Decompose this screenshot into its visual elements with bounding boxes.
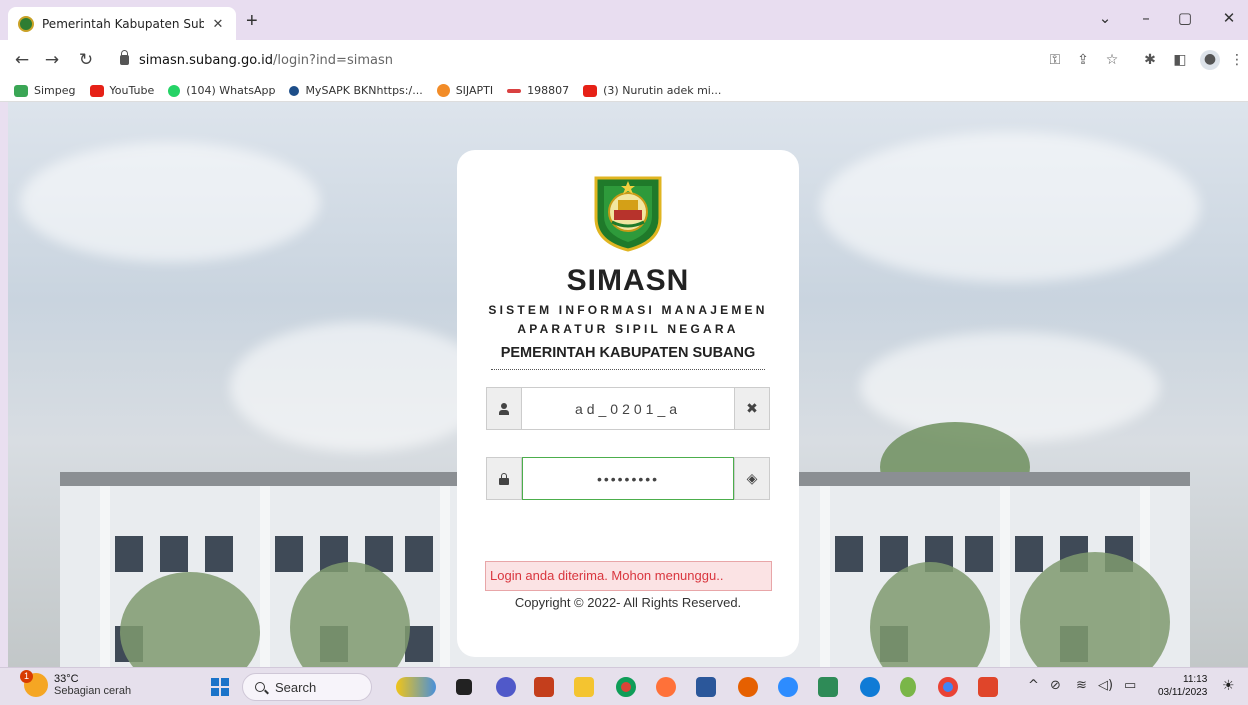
reload-icon[interactable]: ↻	[74, 50, 98, 70]
sijapti-icon	[436, 84, 450, 97]
username-input[interactable]	[522, 387, 734, 430]
clock-date: 03/11/2023	[1158, 687, 1208, 698]
copyright-text: Copyright © 2022- All Rights Reserved.	[514, 595, 742, 610]
notification-center-icon[interactable]: ☀	[1222, 678, 1235, 694]
clock-time: 11:13	[1183, 674, 1208, 685]
dotted-divider	[491, 369, 765, 370]
app-tagline-line1: SISTEM INFORMASI MANAJEMEN	[488, 303, 768, 317]
restore-button[interactable]: ▢	[1175, 9, 1195, 27]
bookmark-star-icon[interactable]: ☆	[1103, 51, 1121, 69]
firefox-icon[interactable]	[656, 677, 676, 697]
youtube-icon	[583, 84, 598, 97]
site-favicon-icon	[18, 15, 34, 32]
bookmark-nurutin[interactable]: (3) Nurutin adek mi...	[583, 84, 721, 97]
side-panel-icon[interactable]: ◧	[1171, 51, 1189, 69]
bookmark-youtube[interactable]: YouTube	[89, 84, 154, 97]
notification-badge: 1	[20, 670, 33, 683]
mysapk-icon	[289, 85, 300, 96]
lock-icon	[499, 472, 509, 485]
edge-icon[interactable]	[860, 677, 880, 697]
password-key-icon[interactable]: ⚿	[1046, 51, 1064, 69]
battery-icon[interactable]: ▭	[1124, 678, 1136, 693]
toggle-password-visibility-icon[interactable]: ◈	[734, 457, 770, 500]
browser-app-icon[interactable]	[738, 677, 758, 697]
weather-widget[interactable]: 1 33°C Sebagian cerah	[20, 670, 132, 697]
login-status-message: Login anda diterima. Mohon menunggu..	[485, 561, 772, 591]
bookmark-simpeg[interactable]: Simpeg	[14, 84, 76, 97]
bookmark-198807[interactable]: 198807	[507, 84, 569, 97]
minimize-button[interactable]: –	[1136, 9, 1156, 27]
simpeg-icon	[14, 84, 28, 97]
password-input[interactable]	[522, 457, 734, 500]
volume-icon[interactable]: ◁)	[1098, 678, 1113, 693]
widgets-app-icon[interactable]	[396, 677, 436, 697]
back-arrow-icon[interactable]: ←	[10, 50, 34, 70]
clear-username-icon[interactable]: ✖	[734, 387, 770, 430]
address-bar[interactable]: simasn.subang.go.id /login?ind=simasn	[110, 45, 1030, 75]
task-view-icon[interactable]	[456, 679, 472, 695]
whatsapp-icon	[168, 84, 181, 97]
background-cloud	[820, 132, 1200, 282]
tab-title: Pemerintah Kabupaten Subang |	[42, 16, 204, 31]
background-cloud	[860, 332, 1160, 442]
agency-name: PEMERINTAH KABUPATEN SUBANG	[500, 345, 756, 361]
new-tab-button[interactable]: +	[246, 10, 258, 32]
kabupaten-subang-emblem-icon	[594, 176, 662, 252]
background-cloud	[230, 322, 490, 452]
search-icon	[255, 682, 265, 692]
zoom-icon[interactable]	[778, 677, 798, 697]
tab-search-icon[interactable]: ⌄	[1095, 9, 1115, 27]
pdf-app-icon[interactable]	[978, 677, 998, 697]
app-icon[interactable]	[900, 677, 916, 697]
bookmark-whatsapp[interactable]: (104) WhatsApp	[168, 84, 275, 97]
browser-toolbar: ← → ↻ simasn.subang.go.id /login?ind=sim…	[0, 40, 1248, 80]
bkn-icon	[507, 88, 522, 93]
login-card: SIMASN SISTEM INFORMASI MANAJEMEN APARAT…	[457, 150, 799, 657]
profile-avatar-icon[interactable]: ●	[1200, 50, 1220, 70]
chrome-icon[interactable]	[616, 677, 636, 697]
share-icon[interactable]: ⇪	[1074, 51, 1092, 69]
powerpoint-icon[interactable]	[534, 677, 554, 697]
weather-temperature: 33°C	[54, 673, 79, 685]
app-tagline-line2: APARATUR SIPIL NEGARA	[517, 322, 739, 336]
left-window-edge	[0, 102, 8, 667]
username-field-group: ✖	[486, 387, 770, 430]
location-icon[interactable]: ⊘	[1050, 678, 1061, 693]
page-background: SIMASN SISTEM INFORMASI MANAJEMEN APARAT…	[0, 102, 1248, 667]
bookmarks-bar: Simpeg YouTube (104) WhatsApp MySAPK BKN…	[0, 80, 1248, 102]
tab-close-icon[interactable]: ✕	[210, 16, 226, 32]
taskbar-search[interactable]: Search	[242, 673, 372, 701]
start-button[interactable]	[211, 678, 229, 696]
url-path: /login?ind=simasn	[273, 52, 393, 68]
word-icon[interactable]	[696, 677, 716, 697]
weather-description: Sebagian cerah	[54, 685, 132, 697]
url-host: simasn.subang.go.id	[139, 52, 273, 68]
password-field-group: ◈	[486, 457, 770, 500]
search-label: Search	[275, 679, 317, 695]
extensions-puzzle-icon[interactable]: ✱	[1141, 51, 1159, 69]
secure-lock-icon[interactable]	[120, 50, 129, 65]
wifi-icon[interactable]: ≋	[1076, 678, 1087, 693]
tab-strip: Pemerintah Kabupaten Subang | ✕ + ⌄ – ▢ …	[0, 0, 1248, 40]
spreadsheet-app-icon[interactable]	[818, 677, 838, 697]
bookmark-sijapti[interactable]: SIJAPTI	[436, 84, 493, 97]
browser-tab[interactable]: Pemerintah Kabupaten Subang | ✕	[8, 7, 236, 40]
lock-icon-addon	[486, 457, 522, 500]
close-window-button[interactable]: ✕	[1219, 9, 1239, 27]
user-icon	[499, 402, 509, 415]
file-explorer-icon[interactable]	[574, 677, 594, 697]
teams-chat-icon[interactable]	[496, 677, 516, 697]
windows-taskbar: 1 33°C Sebagian cerah Search ^ ⊘ ≋ ◁) ▭ …	[0, 667, 1248, 705]
youtube-icon	[89, 84, 104, 97]
background-cloud	[20, 142, 320, 262]
system-clock[interactable]: 11:13 03/11/2023	[1158, 673, 1207, 699]
user-icon-addon	[486, 387, 522, 430]
weather-sun-icon: 1	[20, 670, 48, 697]
chrome-active-icon[interactable]	[938, 677, 958, 697]
tray-expand-icon[interactable]: ^	[1028, 678, 1039, 693]
more-menu-icon[interactable]: ⋮	[1228, 51, 1246, 69]
bookmark-mysapk[interactable]: MySAPK BKNhttps:/...	[289, 84, 423, 97]
app-brand-title: SIMASN	[566, 264, 690, 297]
forward-arrow-icon[interactable]: →	[40, 50, 64, 70]
